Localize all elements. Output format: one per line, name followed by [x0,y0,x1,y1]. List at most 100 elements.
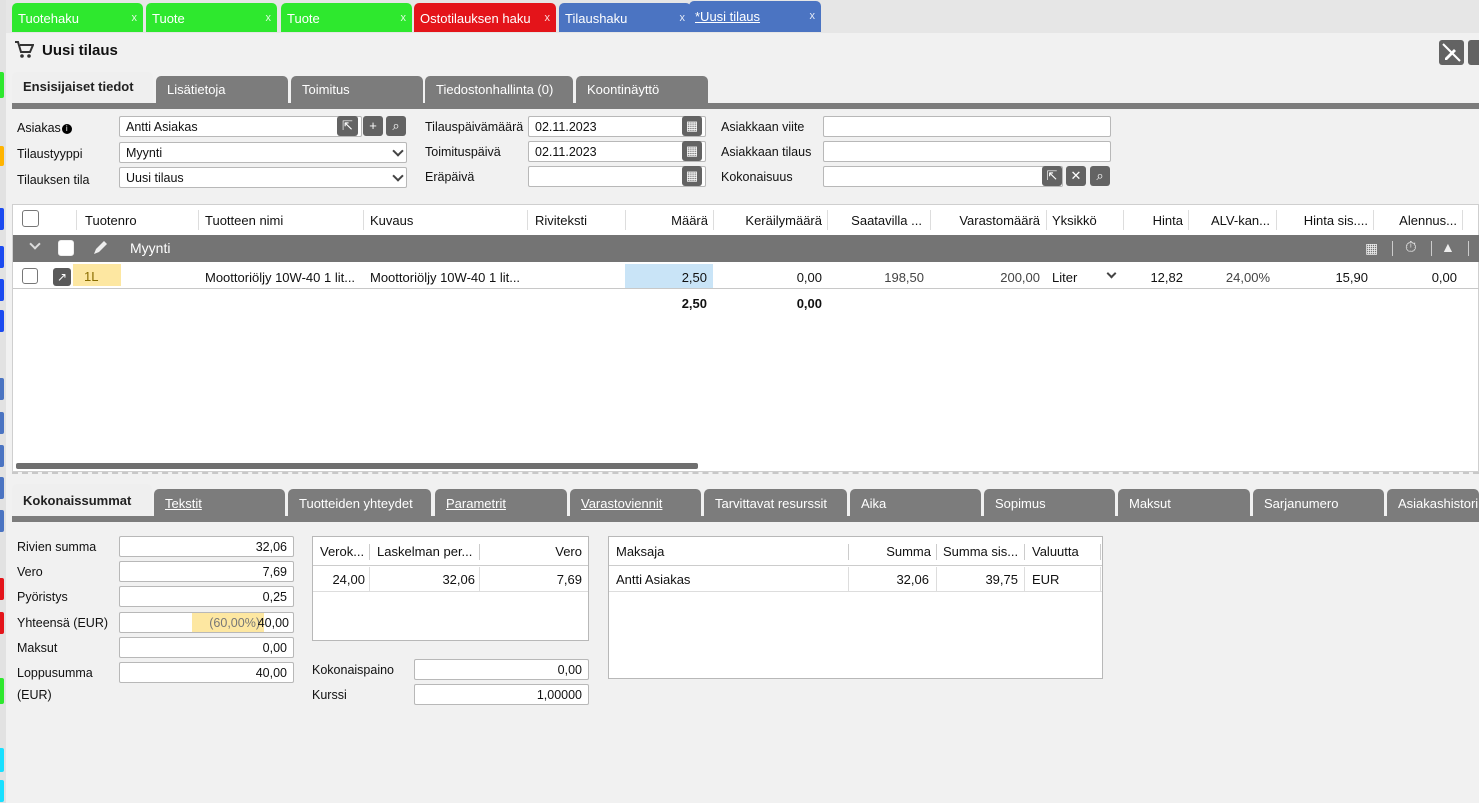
cell-hinta-sis[interactable]: 15,90 [1276,266,1368,288]
tab-parametrit[interactable]: Parametrit [435,489,567,516]
cell-alennus[interactable]: 0,00 [1373,266,1457,288]
search-icon[interactable]: ⌕ [386,116,406,136]
col-header-alv[interactable]: ALV-kan... [1188,213,1270,228]
asiakkaan-tilaus-input[interactable] [823,141,1111,162]
payer-header-maksaja[interactable]: Maksaja [616,544,664,559]
tilauspvm-label: Tilauspäivämäärä [425,120,524,134]
kokonaisuus-input[interactable] [823,166,1063,187]
close-icon[interactable]: x [266,12,272,24]
shapes-icon[interactable]: ▲ [1441,239,1455,255]
cell-nimi[interactable]: Moottoriöljy 10W-40 1 lit... [205,266,360,288]
tab-ostotilauksen-haku[interactable]: Ostotilauksen haku x [414,3,556,32]
viite-input[interactable] [823,116,1111,137]
payer-header-valuutta[interactable]: Valuutta [1032,544,1079,559]
tab-varastoviennit[interactable]: Varastoviennit [570,489,701,516]
maksut-label: Maksut [17,641,58,655]
erapaiva-input[interactable] [528,166,706,187]
tab-lisatietoja[interactable]: Lisätietoja [156,76,288,103]
calendar-icon[interactable]: ▦ [682,141,702,161]
tilauspvm-input[interactable]: 02.11.2023 [528,116,706,137]
col-header-hinta-sis[interactable]: Hinta sis.... [1276,213,1368,228]
save-icon[interactable] [1468,40,1479,65]
close-icon[interactable]: x [545,12,551,24]
open-link-icon[interactable]: ⇱ [1042,166,1062,186]
info-icon: i [61,124,72,134]
col-header-alennus[interactable]: Alennus... [1373,213,1457,228]
timer-icon[interactable]: ⏱ [1405,239,1417,256]
horizontal-scrollbar[interactable] [16,463,698,469]
close-icon[interactable]: x [401,12,407,24]
col-header-kuvaus[interactable]: Kuvaus [370,213,413,228]
close-icon[interactable]: x [132,12,138,24]
tab-sarjanumero[interactable]: Sarjanumero [1253,489,1384,516]
tab-kokonaissummat[interactable]: Kokonaissummat [12,484,152,516]
vat-header-vero[interactable]: Vero [481,544,582,559]
cell-maara[interactable]: 2,50 [625,264,713,288]
payer-header-summa[interactable]: Summa [849,544,931,559]
tab-koontinaytto[interactable]: Koontinäyttö [576,76,708,103]
col-header-varastomaara[interactable]: Varastomäärä [930,213,1040,228]
cell-kuvaus[interactable]: Moottoriöljy 10W-40 1 lit... [370,266,525,288]
calendar-icon[interactable]: ▦ [682,116,702,136]
row-checkbox[interactable] [22,268,38,284]
col-header-hinta[interactable]: Hinta [1123,213,1183,228]
group-label: Myynti [130,240,171,256]
tila-label: Tilauksen tila [17,173,90,187]
cell-kerailymaara[interactable]: 0,00 [713,266,822,288]
col-header-maara[interactable]: Määrä [625,213,708,228]
select-all-checkbox[interactable] [22,210,39,227]
tab-ensisijaiset-tiedot[interactable]: Ensisijaiset tiedot [12,72,153,103]
rivien-summa-field: 32,06 [119,536,294,557]
tab-uusi-tilaus[interactable]: *Uusi tilaus x [689,1,821,32]
pen-off-icon[interactable] [1439,40,1464,65]
open-link-icon[interactable]: ⇱ [337,116,358,136]
vat-header-laskelman-peruste[interactable]: Laskelman per... [377,544,472,559]
col-header-kerailymaara[interactable]: Keräilymäärä [713,213,822,228]
tab-tuotteiden-yhteydet[interactable]: Tuotteiden yhteydet [288,489,431,516]
cell-alv[interactable]: 24,00% [1188,266,1270,288]
cell-yksikko[interactable]: Liter [1052,266,1122,288]
clear-icon[interactable]: ✕ [1066,166,1086,186]
search-icon[interactable]: ⌕ [1090,166,1110,186]
asiakas-input[interactable]: Antti Asiakas [119,116,362,137]
col-header-tuotteen-nimi[interactable]: Tuotteen nimi [205,213,283,228]
tab-tekstit[interactable]: Tekstit [154,489,285,516]
tab-tuotehaku[interactable]: Tuotehaku x [12,3,143,32]
tilaustyyppi-select[interactable]: Myynti [119,142,407,163]
chevron-down-icon [392,145,404,157]
col-header-riviteksti[interactable]: Riviteksti [535,213,587,228]
close-icon[interactable]: x [680,12,686,24]
toimituspvm-input[interactable]: 02.11.2023 [528,141,706,162]
loppusumma-label: Loppusumma [17,666,93,680]
splitter[interactable] [12,472,1479,474]
col-header-saatavilla[interactable]: Saatavilla ... [827,213,922,228]
chevron-down-icon[interactable] [29,238,41,250]
calendar-settings-icon[interactable]: ▦ [1365,240,1378,257]
pencil-icon[interactable] [91,239,109,260]
tab-tarvittavat-resurssit[interactable]: Tarvittavat resurssit [704,489,847,516]
tab-aika[interactable]: Aika [850,489,981,516]
tab-asiakashistoria[interactable]: Asiakashistori [1387,489,1479,516]
col-header-tuotenro[interactable]: Tuotenro [85,213,137,228]
cell-tuotenro[interactable]: 1L [73,264,121,286]
tila-select[interactable]: Uusi tilaus [119,167,407,188]
tab-label: *Uusi tilaus [695,9,761,24]
add-icon[interactable]: + [363,116,383,136]
tab-toimitus[interactable]: Toimitus [291,76,423,103]
open-row-icon[interactable]: ↗ [53,268,71,286]
tab-maksut[interactable]: Maksut [1118,489,1250,516]
tab-tiedostonhallinta[interactable]: Tiedostonhallinta (0) [425,76,573,103]
tab-tuote-1[interactable]: Tuote x [146,3,277,32]
payer-header-summa-sis[interactable]: Summa sis... [943,544,1018,559]
cell-riviteksti[interactable] [535,266,620,288]
tab-tilaushaku[interactable]: Tilaushaku x [559,3,691,32]
close-icon[interactable]: x [810,10,816,22]
tab-tuote-2[interactable]: Tuote x [281,3,412,32]
tab-sopimus[interactable]: Sopimus [984,489,1115,516]
yhteensa-label: Yhteensä (EUR) [17,616,109,630]
calendar-icon[interactable]: ▦ [682,166,702,186]
vat-header-verokanta[interactable]: Verok... [320,544,364,559]
cell-hinta[interactable]: 12,82 [1123,266,1183,288]
col-header-yksikko[interactable]: Yksikkö [1052,213,1097,228]
group-checkbox[interactable] [58,240,74,256]
